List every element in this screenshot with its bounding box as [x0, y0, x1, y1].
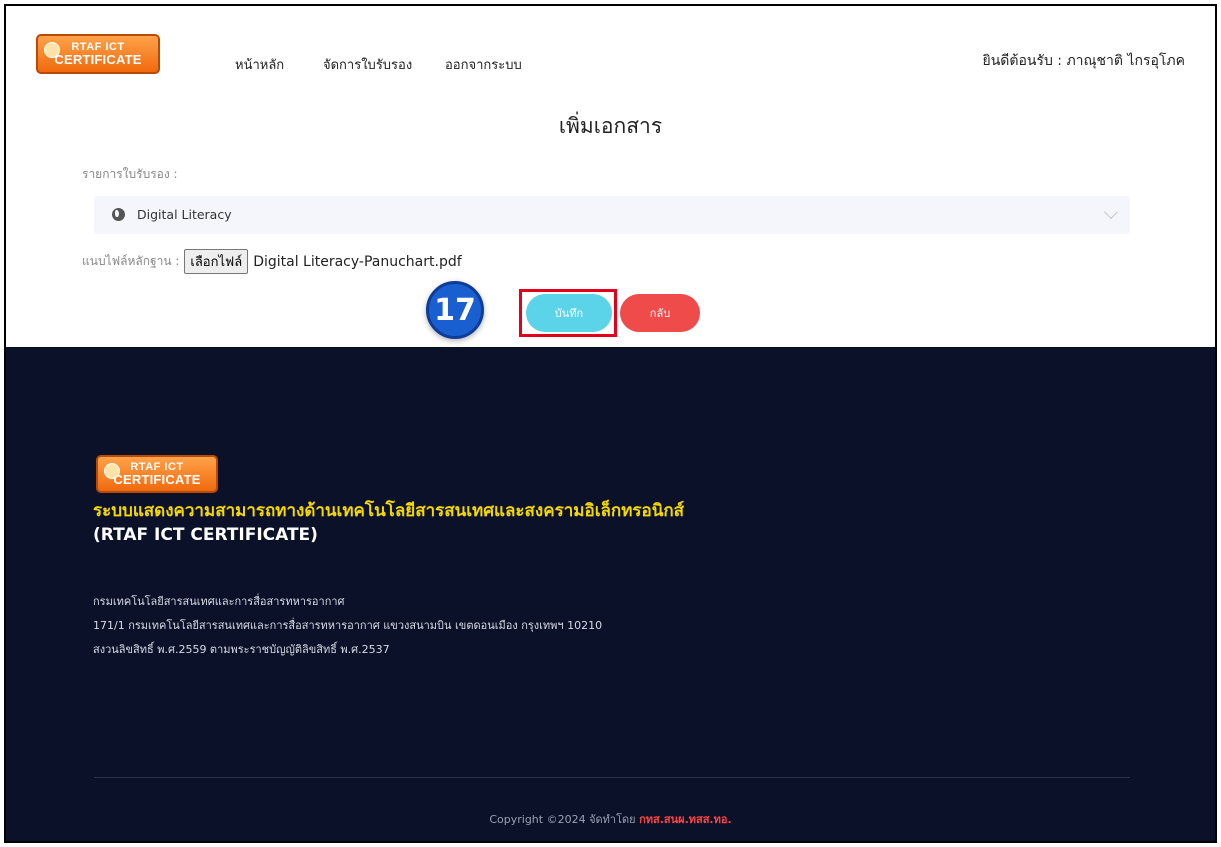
copyright-text: Copyright ©2024 จัดทำโดย — [489, 813, 636, 826]
footer-title: ระบบแสดงความสามารถทางด้านเทคโนโลยีสารสนเ… — [93, 501, 685, 521]
step-number-badge: 17 — [426, 281, 484, 339]
welcome-user: ยินดีต้อนรับ : ภาณุชาติ ไกรอุโภค — [982, 53, 1185, 69]
page-title: เพิ่มเอกสาร — [558, 114, 663, 138]
footer-org: กรมเทคโนโลยีสารสนเทศและการสื่อสารทหารอาก… — [93, 595, 345, 608]
seal-icon — [44, 42, 60, 58]
copyright-org-link[interactable]: กทส.สนผ.ทสส.ทอ. — [639, 813, 732, 826]
footer: RTAF ICT CERTIFICATE ระบบแสดงความสามารถท… — [6, 347, 1215, 841]
certificate-label: รายการใบรับรอง : — [82, 167, 178, 181]
attach-label: แนบไฟล์หลักฐาน : — [82, 254, 180, 268]
footer-divider — [94, 777, 1130, 778]
footer-subtitle: (RTAF ICT CERTIFICATE) — [93, 525, 318, 545]
nav-home[interactable]: หน้าหลัก — [235, 54, 284, 75]
choose-file-button[interactable]: เลือกไฟล์ — [184, 249, 249, 274]
selected-file-name: Digital Literacy-Panuchart.pdf — [253, 253, 462, 270]
top-navbar: RTAF ICT CERTIFICATE หน้าหลัก จัดการใบรั… — [6, 6, 1215, 102]
certificate-select-value: Digital Literacy — [137, 207, 232, 222]
footer-logo-line2: CERTIFICATE — [113, 472, 201, 487]
footer-address: 171/1 กรมเทคโนโลยีสารสนเทศและการสื่อสารท… — [93, 619, 603, 632]
back-button[interactable]: กลับ — [620, 294, 700, 332]
certificate-select[interactable]: Digital Literacy — [94, 196, 1130, 234]
file-upload-row: แนบไฟล์หลักฐาน : เลือกไฟล์ Digital Liter… — [82, 249, 462, 274]
nav-logout[interactable]: ออกจากระบบ — [445, 54, 522, 75]
logo-line2: CERTIFICATE — [54, 52, 142, 67]
copyright: Copyright ©2024 จัดทำโดย กทส.สนผ.ทสส.ทอ. — [6, 810, 1215, 828]
seal-icon — [104, 463, 120, 479]
footer-rights: สงวนลิขสิทธิ์ พ.ศ.2559 ตามพระราชบัญญัติล… — [93, 643, 390, 656]
globe-icon — [112, 208, 125, 221]
rtaf-ict-logo[interactable]: RTAF ICT CERTIFICATE — [36, 34, 160, 74]
nav-manage-certificates[interactable]: จัดการใบรับรอง — [323, 54, 412, 75]
browser-page: RTAF ICT CERTIFICATE หน้าหลัก จัดการใบรั… — [4, 4, 1217, 843]
chevron-down-icon — [1103, 204, 1119, 220]
save-button[interactable]: บันทึก — [526, 294, 612, 332]
footer-logo: RTAF ICT CERTIFICATE — [96, 455, 218, 493]
